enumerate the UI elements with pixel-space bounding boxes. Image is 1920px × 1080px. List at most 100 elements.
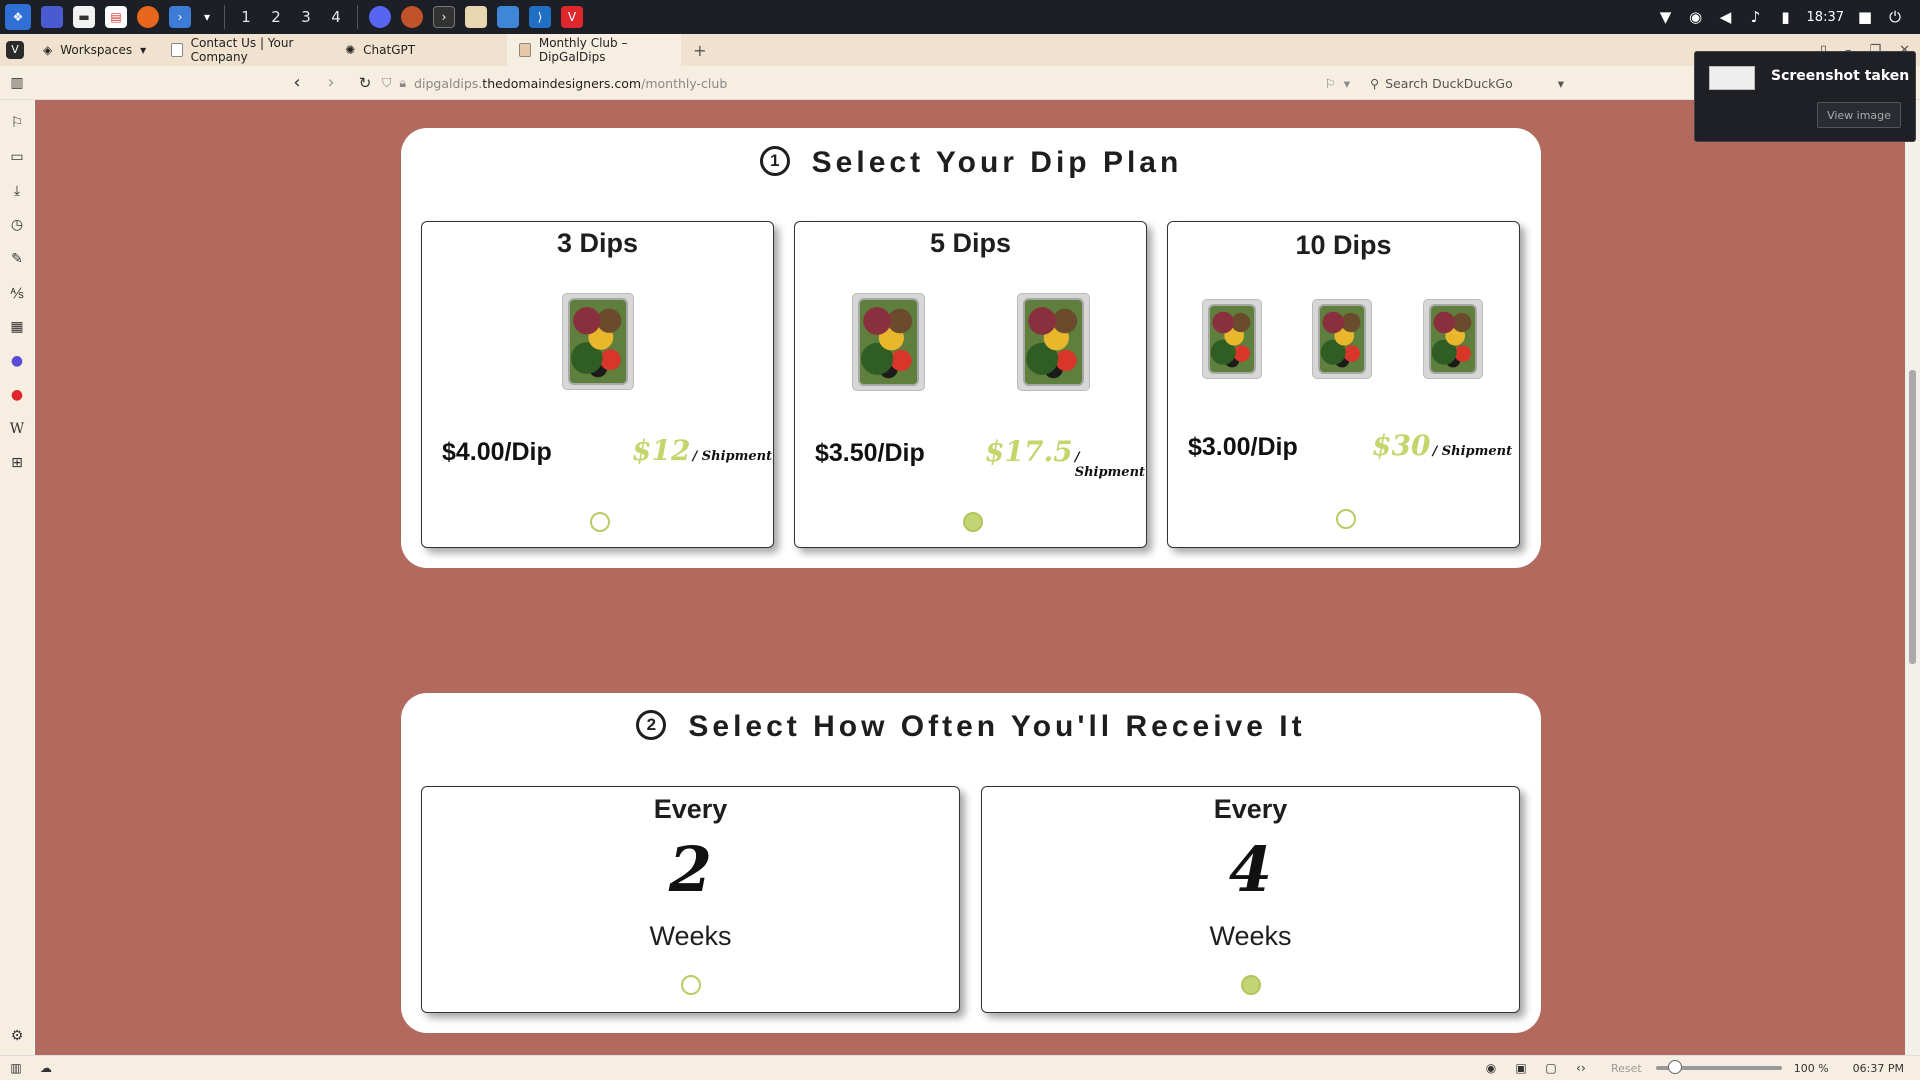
page-actions-icon[interactable]: ‹› bbox=[1571, 1060, 1591, 1076]
frequency-unit-label: Weeks bbox=[649, 921, 732, 951]
chevron-down-icon[interactable]: ▾ bbox=[201, 6, 213, 28]
plan-radio-5-dips[interactable] bbox=[963, 512, 983, 532]
start-menu-icon[interactable]: ❖ bbox=[5, 4, 31, 30]
page-scrollbar[interactable] bbox=[1905, 100, 1920, 1055]
discord-tray-icon[interactable]: ◉ bbox=[1687, 8, 1705, 26]
view-image-button[interactable]: View image bbox=[1817, 102, 1901, 128]
battery-icon[interactable]: ▮ bbox=[1777, 8, 1795, 26]
dip-tray-image bbox=[1423, 299, 1483, 379]
tab-label: Monthly Club – DipGalDips bbox=[538, 36, 628, 64]
reload-button[interactable]: ↻ bbox=[348, 66, 382, 100]
taskbar-divider bbox=[224, 5, 225, 29]
wikipedia-icon[interactable]: W bbox=[7, 418, 27, 440]
plan-radio-3-dips[interactable] bbox=[590, 512, 610, 532]
tracker-shield-icon[interactable]: ⛉ bbox=[382, 75, 391, 91]
files-icon[interactable]: ▬ bbox=[73, 6, 95, 28]
search-field[interactable]: ⚲ Search DuckDuckGo ▾ bbox=[1364, 71, 1570, 95]
frequency-number: 4 bbox=[1228, 833, 1273, 906]
settings-gear-icon[interactable]: ⚙ bbox=[7, 1025, 27, 1047]
zoom-level[interactable]: 100 % bbox=[1794, 1062, 1829, 1075]
new-tab-button[interactable]: + bbox=[681, 34, 719, 66]
workspaces-button[interactable]: ◈ Workspaces ▾ bbox=[31, 34, 159, 66]
dip-tray-image bbox=[562, 293, 634, 390]
document-icon[interactable]: ▤ bbox=[105, 6, 127, 28]
frequency-card-4-weeks[interactable]: Every 4 Weeks bbox=[981, 786, 1520, 1013]
wifi-icon[interactable]: ▼ bbox=[1657, 8, 1675, 26]
back-button[interactable]: ‹ bbox=[280, 66, 314, 100]
plan-card-3-dips[interactable]: 3 Dips $4.00/Dip $12/ Shipment bbox=[421, 221, 774, 548]
bell-icon[interactable]: ♪ bbox=[1747, 8, 1765, 26]
terminal-window-icon[interactable]: › bbox=[433, 6, 455, 28]
reading-list-icon[interactable]: ▭ bbox=[7, 146, 27, 168]
forward-button[interactable]: › bbox=[314, 66, 348, 100]
screenshot-notification: Screenshot taken View image bbox=[1694, 51, 1916, 142]
clock[interactable]: 18:37 bbox=[1807, 10, 1844, 25]
downloads-icon[interactable]: ⤓ bbox=[7, 180, 27, 202]
url-field[interactable]: ⛉ 🔒︎ dipgaldips.thedomaindesigners.com/m… bbox=[382, 71, 1350, 95]
desktop-icon[interactable] bbox=[41, 6, 63, 28]
plan-radio-10-dips[interactable] bbox=[1336, 509, 1356, 529]
cloud-sync-icon[interactable]: ☁ bbox=[36, 1060, 56, 1076]
workspace-4[interactable]: 4 bbox=[321, 8, 351, 26]
panel-toggle-icon[interactable]: ▥ bbox=[6, 1060, 26, 1076]
page-tiling-icon[interactable]: ▢ bbox=[1541, 1060, 1561, 1076]
add-panel-icon[interactable]: ⊞ bbox=[7, 452, 27, 474]
search-icon: ⚲ bbox=[1370, 75, 1380, 91]
chevron-down-icon[interactable]: ▾ bbox=[1344, 76, 1350, 91]
notes-icon[interactable]: ✎ bbox=[7, 248, 27, 270]
frequency-radio-2-weeks[interactable] bbox=[681, 975, 701, 995]
mastodon-icon[interactable]: ● bbox=[7, 350, 27, 372]
tab-contact-us[interactable]: Contact Us | Your Company bbox=[159, 34, 333, 66]
vivaldi-icon[interactable]: V bbox=[561, 6, 583, 28]
bookmark-icon[interactable]: ⚐ bbox=[1325, 76, 1336, 91]
folder-icon[interactable] bbox=[497, 6, 519, 28]
plan-card-title: 5 Dips bbox=[929, 228, 1012, 258]
lock-icon[interactable]: ■ bbox=[1856, 8, 1874, 26]
bookmarks-icon[interactable]: ⚐ bbox=[7, 112, 27, 134]
workspace-1[interactable]: 1 bbox=[231, 8, 261, 26]
image-toggle-icon[interactable]: ▣ bbox=[1511, 1060, 1531, 1076]
volume-icon[interactable]: ◀ bbox=[1717, 8, 1735, 26]
workspace-3[interactable]: 3 bbox=[291, 8, 321, 26]
frequency-every-label: Every bbox=[1213, 794, 1288, 824]
tab-label: Contact Us | Your Company bbox=[190, 36, 294, 64]
firefox-icon[interactable] bbox=[137, 6, 159, 28]
notification-title: Screenshot taken bbox=[1771, 68, 1910, 84]
terminal-icon[interactable]: › bbox=[169, 6, 191, 28]
zoom-slider-handle[interactable] bbox=[1667, 1060, 1682, 1074]
screenshot-thumbnail[interactable] bbox=[1709, 66, 1755, 90]
layers-icon: ◈ bbox=[43, 43, 53, 57]
scrollbar-thumb[interactable] bbox=[1909, 370, 1916, 664]
taskbar-divider bbox=[357, 5, 358, 29]
dipgal-favicon-icon bbox=[519, 43, 531, 57]
workspace-2[interactable]: 2 bbox=[261, 8, 291, 26]
frequency-radio-4-weeks[interactable] bbox=[1241, 975, 1261, 995]
vscode-icon[interactable]: ⟩ bbox=[529, 6, 551, 28]
translate-icon[interactable]: ⅍ bbox=[7, 282, 27, 304]
frequency-card-2-weeks[interactable]: Every 2 Weeks bbox=[421, 786, 960, 1013]
zoom-reset-button[interactable]: Reset bbox=[1611, 1062, 1642, 1075]
power-icon[interactable]: ⏻ bbox=[1886, 8, 1904, 26]
lock-icon[interactable]: 🔒︎ bbox=[399, 75, 406, 91]
sidebar-toggle-icon[interactable]: ▥ bbox=[0, 66, 34, 100]
plan-price-per-dip: $4.00/Dip bbox=[442, 438, 552, 466]
tab-chatgpt[interactable]: ✺ ChatGPT bbox=[333, 34, 507, 66]
plan-shipment-price: $17.5/ Shipment bbox=[985, 435, 1146, 480]
history-icon[interactable]: ◷ bbox=[7, 214, 27, 236]
zoom-slider[interactable] bbox=[1655, 1060, 1782, 1074]
plan-shipment-price: $30/ Shipment bbox=[1372, 429, 1513, 462]
browser-side-panel: ⚐ ▭ ⤓ ◷ ✎ ⅍ ▦ ● ● W ⊞ ⚙ bbox=[0, 100, 34, 1055]
discord-icon[interactable] bbox=[369, 6, 391, 28]
vivaldi-menu-button[interactable]: V bbox=[0, 34, 31, 66]
plan-card-5-dips[interactable]: 5 Dips $3.50/Dip $17.5/ Shipment bbox=[794, 221, 1147, 548]
chevron-down-icon: ▾ bbox=[1557, 75, 1564, 91]
tab-monthly-club[interactable]: Monthly Club – DipGalDips bbox=[507, 34, 682, 66]
camera-icon[interactable]: ◉ bbox=[1481, 1060, 1501, 1076]
firefox-window-icon[interactable] bbox=[401, 6, 423, 28]
plan-card-10-dips[interactable]: 10 Dips $3.00/Dip $30/ Shipment bbox=[1167, 221, 1520, 548]
calendar-icon[interactable]: ▦ bbox=[7, 316, 27, 338]
os-taskbar: ❖ ▬ ▤ › ▾ 1 2 3 4 › ⟩ V ▼ ◉ ◀ ♪ ▮ 18:37 … bbox=[0, 0, 1920, 34]
vivaldi-panel-icon[interactable]: ● bbox=[7, 384, 27, 406]
text-editor-icon[interactable] bbox=[465, 6, 487, 28]
browser-tab-bar: V ◈ Workspaces ▾ Contact Us | Your Compa… bbox=[0, 34, 1920, 66]
